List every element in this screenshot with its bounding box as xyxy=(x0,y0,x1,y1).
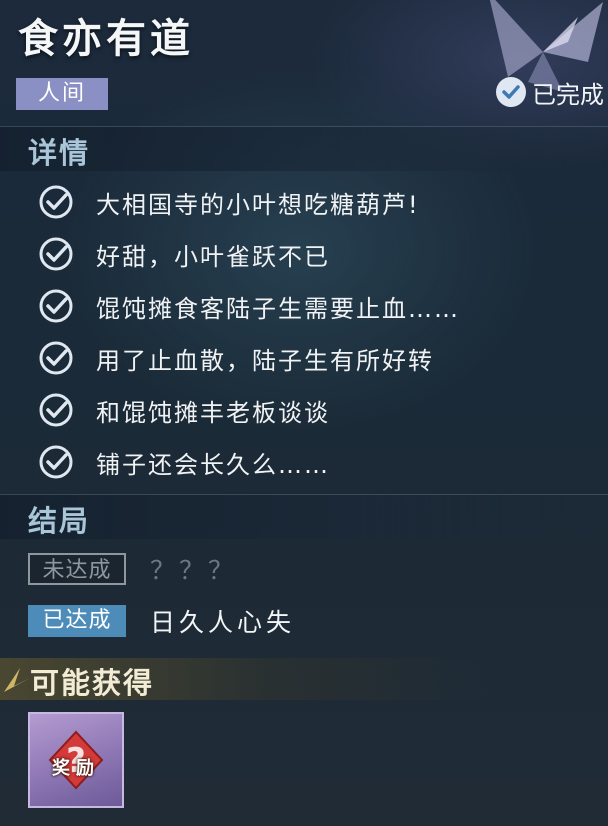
task-text: 和馄饨摊丰老板谈谈 xyxy=(96,398,330,427)
task-item[interactable]: 铺子还会长久么…… xyxy=(38,442,330,482)
check-circle-icon xyxy=(38,184,74,220)
completed-label: 已完成 xyxy=(532,80,604,109)
ending-status-badge: 未达成 xyxy=(28,553,126,585)
details-header-bar xyxy=(0,126,608,171)
completed-status: 已完成 xyxy=(496,74,604,110)
endings-header-bar xyxy=(0,494,608,539)
ending-row[interactable]: 已达成 日久人心失 xyxy=(28,604,295,638)
ending-name: 日久人心失 xyxy=(150,608,296,637)
task-item[interactable]: 馄饨摊食客陆子生需要止血…… xyxy=(38,286,460,326)
ending-row[interactable]: 未达成 ？？？ xyxy=(28,552,237,586)
check-circle-icon xyxy=(38,340,74,376)
task-text: 馄饨摊食客陆子生需要止血…… xyxy=(96,294,460,323)
task-item[interactable]: 用了止血散，陆子生有所好转 xyxy=(38,338,434,378)
task-item[interactable]: 和馄饨摊丰老板谈谈 xyxy=(38,390,330,430)
check-circle-icon xyxy=(38,288,74,324)
endings-section-title: 结局 xyxy=(28,504,91,538)
rewards-section-title: 可能获得 xyxy=(30,666,155,700)
task-item[interactable]: 大相国寺的小叶想吃糖葫芦! xyxy=(38,182,420,222)
ending-name: ？？？ xyxy=(150,556,238,585)
check-circle-icon xyxy=(496,77,526,107)
realm-tag: 人间 xyxy=(16,78,108,110)
check-circle-icon xyxy=(38,444,74,480)
task-text: 用了止血散，陆子生有所好转 xyxy=(96,346,434,375)
task-text: 大相国寺的小叶想吃糖葫芦! xyxy=(96,190,420,219)
quest-title: 食亦有道 xyxy=(18,16,194,62)
reward-item[interactable]: ? 奖励 xyxy=(28,712,124,808)
task-text: 铺子还会长久么…… xyxy=(96,450,330,479)
check-circle-icon xyxy=(38,392,74,428)
task-text: 好甜，小叶雀跃不已 xyxy=(96,242,330,271)
check-circle-icon xyxy=(38,236,74,272)
task-item[interactable]: 好甜，小叶雀跃不已 xyxy=(38,234,330,274)
ending-status-badge: 已达成 xyxy=(28,605,126,637)
reward-label: 奖励 xyxy=(52,758,100,779)
details-section-title: 详情 xyxy=(28,136,91,170)
